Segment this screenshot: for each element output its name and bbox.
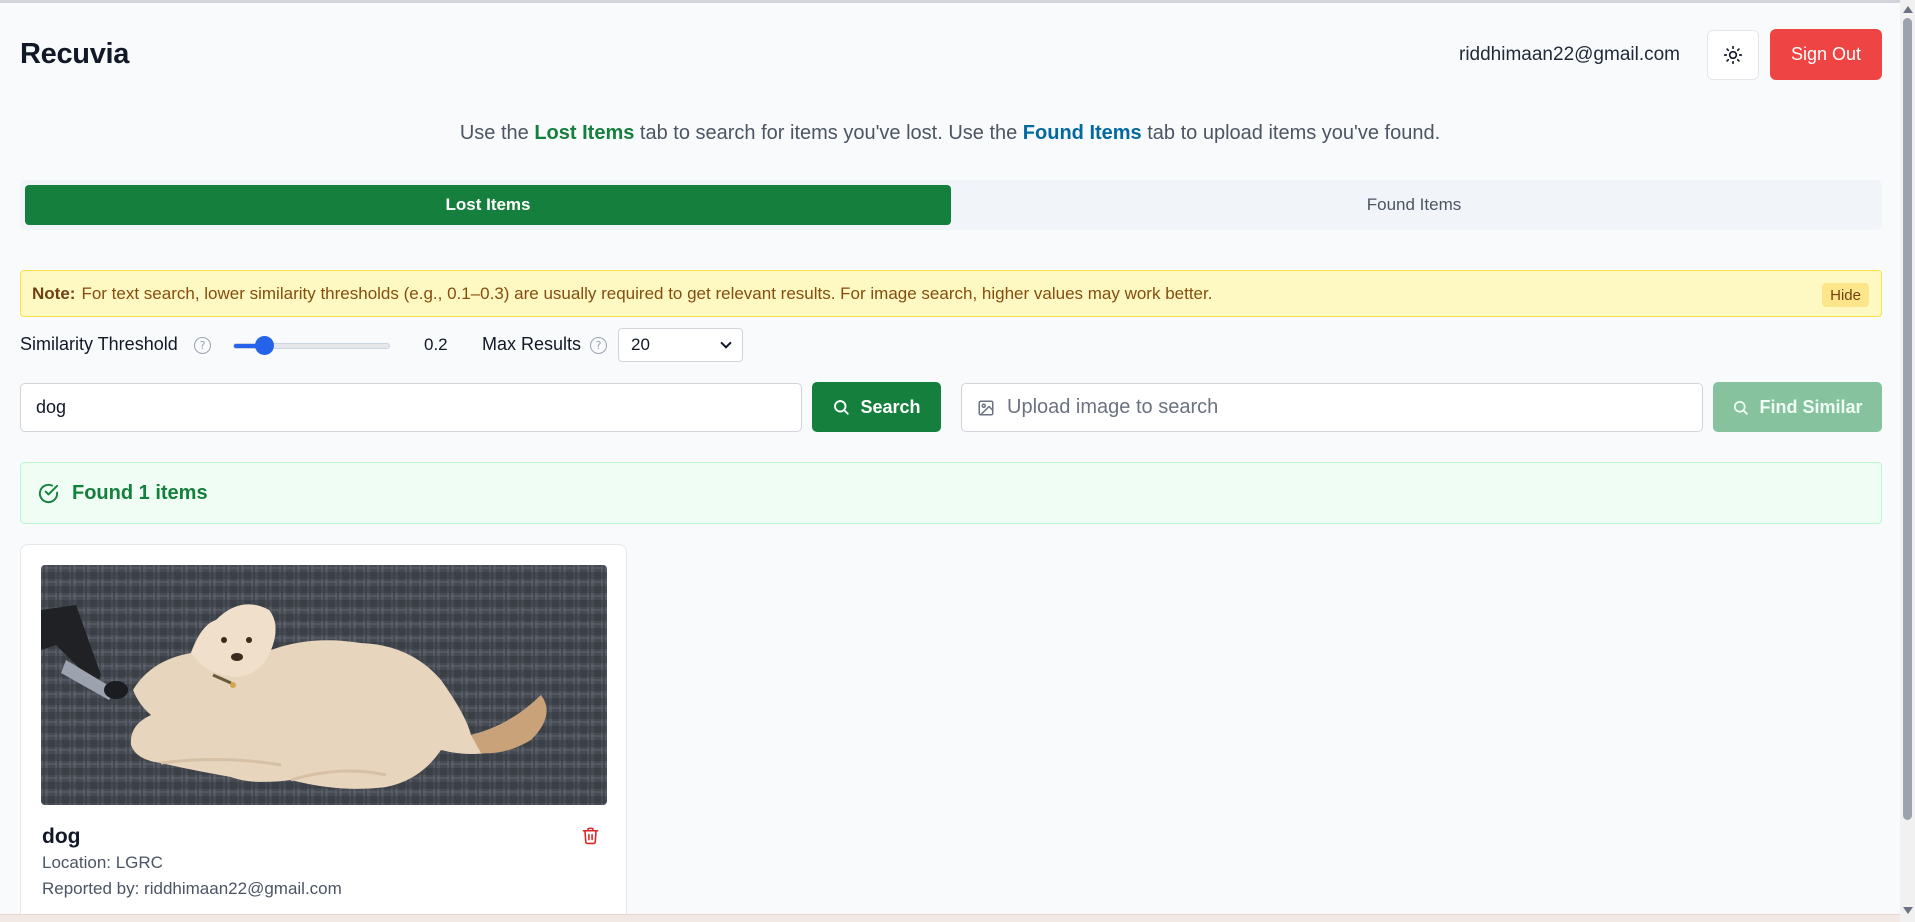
bottom-strip [0, 914, 1900, 922]
theme-toggle-button[interactable] [1707, 30, 1759, 80]
check-circle-icon [38, 483, 59, 503]
max-results-help-icon[interactable]: ? [590, 337, 607, 354]
intro-found-items-link: Found Items [1022, 122, 1142, 144]
delete-item-button[interactable] [581, 825, 600, 851]
app-logo: Recuvia [20, 38, 130, 70]
user-email: riddhimaan22@gmail.com [1459, 44, 1680, 65]
results-summary-text: Found 1 items [72, 481, 208, 504]
scroll-thumb[interactable] [1903, 18, 1912, 820]
tab-bar: Lost Items Found Items [20, 180, 1882, 230]
search-button-label: Search [860, 396, 921, 417]
intro-lost-items-link: Lost Items [534, 122, 635, 144]
image-icon [978, 400, 994, 415]
intro-part-2: tab to search for items you've lost. Use… [634, 122, 1023, 144]
intro-part-1: Use the [459, 122, 535, 144]
threshold-help-icon[interactable]: ? [194, 337, 211, 354]
item-reported-by: Reported by: riddhimaan22@gmail.com [42, 879, 342, 898]
max-results-select[interactable]: 20 [618, 328, 743, 362]
item-card[interactable]: dog Location: LGRC Reported by: riddhima… [20, 544, 627, 922]
scroll-down-arrow-icon[interactable] [1903, 907, 1913, 914]
scroll-up-arrow-icon[interactable] [1903, 6, 1913, 13]
similarity-threshold-label: Similarity Threshold [20, 334, 178, 354]
find-similar-button[interactable]: Find Similar [1713, 382, 1882, 432]
sign-out-button[interactable]: Sign Out [1770, 29, 1882, 80]
trash-icon [582, 827, 599, 845]
tab-lost-items[interactable]: Lost Items [25, 185, 951, 225]
search-controls: Similarity Threshold ? 0.2 Max Results ?… [20, 328, 920, 362]
note-banner: Note: For text search, lower similarity … [20, 270, 1882, 317]
app-header: Recuvia riddhimaan22@gmail.com Sign Out [20, 28, 1882, 82]
window-top-border [0, 0, 1900, 3]
max-results-value: 20 [631, 335, 650, 354]
upload-placeholder: Upload image to search [1007, 396, 1219, 418]
sun-icon [1723, 45, 1743, 65]
search-button[interactable]: Search [812, 382, 941, 432]
item-title: dog [42, 825, 81, 848]
upload-image-field[interactable]: Upload image to search [961, 383, 1703, 432]
note-text: For text search, lower similarity thresh… [81, 283, 1213, 303]
item-photo [41, 565, 607, 805]
page-scrollbar[interactable] [1900, 0, 1915, 922]
threshold-value: 0.2 [424, 335, 448, 354]
max-results-label: Max Results [482, 334, 582, 354]
results-summary-banner: Found 1 items [20, 462, 1882, 524]
find-similar-label: Find Similar [1759, 396, 1863, 417]
search-icon [834, 400, 850, 415]
hide-note-button[interactable]: Hide [1822, 283, 1869, 307]
chevron-down-icon [720, 337, 732, 349]
item-location: Location: LGRC [42, 853, 163, 872]
note-title: Note: [32, 283, 76, 303]
intro-text: Use the Lost Items tab to search for ite… [0, 122, 1900, 145]
slider-thumb[interactable] [255, 336, 275, 355]
search-icon [1734, 400, 1749, 415]
tab-found-items[interactable]: Found Items [951, 185, 1877, 225]
search-input[interactable]: dog [20, 383, 802, 432]
intro-part-3: tab to upload items you've found. [1141, 122, 1441, 144]
